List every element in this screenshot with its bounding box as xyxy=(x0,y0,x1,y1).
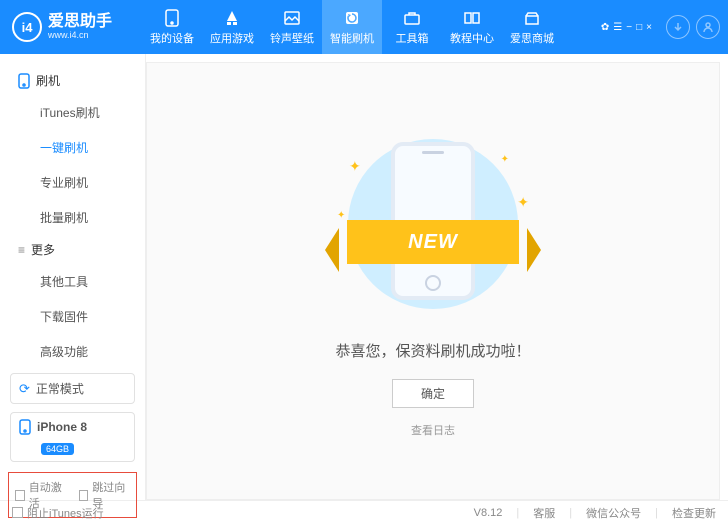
nav-flash[interactable]: 智能刷机 xyxy=(322,0,382,54)
logo-icon: i4 xyxy=(12,12,42,42)
apps-icon xyxy=(223,9,241,27)
minimize-icon[interactable]: − xyxy=(626,22,632,33)
list-icon: ≡ xyxy=(18,243,25,257)
view-log-link[interactable]: 查看日志 xyxy=(411,422,455,438)
nav-label: 工具箱 xyxy=(396,30,429,46)
app-header: i4 爱思助手 www.i4.cn 我的设备 应用游戏 铃声壁纸 智能刷机 工具… xyxy=(0,0,728,54)
book-icon xyxy=(463,9,481,27)
sidebar-item-itunes-flash[interactable]: iTunes刷机 xyxy=(0,95,145,130)
support-link[interactable]: 客服 xyxy=(533,505,555,521)
device-name: iPhone 8 xyxy=(37,420,87,434)
nav-label: 应用游戏 xyxy=(210,30,254,46)
nav-label: 铃声壁纸 xyxy=(270,30,314,46)
refresh-icon: ⟳ xyxy=(19,381,30,397)
phone-icon xyxy=(19,419,31,435)
sidebar-item-download-firmware[interactable]: 下载固件 xyxy=(0,299,145,334)
section-title: 更多 xyxy=(31,241,55,258)
menu-icon[interactable]: ☰ xyxy=(613,22,622,33)
new-ribbon: NEW xyxy=(347,220,519,264)
storage-badge: 64GB xyxy=(41,443,74,455)
nav-my-device[interactable]: 我的设备 xyxy=(142,0,202,54)
version-label: V8.12 xyxy=(474,507,503,519)
maximize-icon[interactable]: □ xyxy=(636,22,642,33)
sidebar-section-flash: 刷机 xyxy=(0,66,145,95)
wechat-link[interactable]: 微信公众号 xyxy=(586,505,641,521)
nav-apps[interactable]: 应用游戏 xyxy=(202,0,262,54)
user-button[interactable] xyxy=(696,15,720,39)
success-message: 恭喜您，保资料刷机成功啦！ xyxy=(335,340,530,361)
window-controls: ✿ ☰ − □ × xyxy=(601,22,652,33)
app-name: 爱思助手 xyxy=(48,14,112,30)
nav-label: 爱思商城 xyxy=(510,30,554,46)
success-illustration: ✦✦✦✦ NEW xyxy=(333,124,533,324)
close-icon[interactable]: × xyxy=(646,22,652,33)
sidebar-item-oneclick-flash[interactable]: 一键刷机 xyxy=(0,130,145,165)
refresh-icon xyxy=(343,9,361,27)
device-icon xyxy=(18,73,30,89)
phone-icon xyxy=(163,9,181,27)
confirm-button[interactable]: 确定 xyxy=(392,379,474,408)
picture-icon xyxy=(283,9,301,27)
section-title: 刷机 xyxy=(36,72,60,89)
nav-shop[interactable]: 爱思商城 xyxy=(502,0,562,54)
device-info[interactable]: iPhone 8 64GB xyxy=(10,412,135,462)
block-itunes-checkbox[interactable]: 阻止iTunes运行 xyxy=(12,505,104,521)
nav-label: 智能刷机 xyxy=(330,30,374,46)
nav-label: 我的设备 xyxy=(150,30,194,46)
nav-toolbox[interactable]: 工具箱 xyxy=(382,0,442,54)
sidebar-item-pro-flash[interactable]: 专业刷机 xyxy=(0,165,145,200)
body-area: 刷机 iTunes刷机 一键刷机 专业刷机 批量刷机 ≡ 更多 其他工具 下载固… xyxy=(0,54,728,500)
sidebar-item-batch-flash[interactable]: 批量刷机 xyxy=(0,200,145,235)
checkbox-label: 阻止iTunes运行 xyxy=(27,505,104,521)
shop-icon xyxy=(523,9,541,27)
download-button[interactable] xyxy=(666,15,690,39)
sidebar: 刷机 iTunes刷机 一键刷机 专业刷机 批量刷机 ≡ 更多 其他工具 下载固… xyxy=(0,54,146,500)
logo-area: i4 爱思助手 www.i4.cn xyxy=(12,12,142,42)
toolbox-icon xyxy=(403,9,421,27)
mode-label: 正常模式 xyxy=(36,380,84,397)
sidebar-item-advanced[interactable]: 高级功能 xyxy=(0,334,145,369)
app-subtitle: www.i4.cn xyxy=(48,30,112,40)
main-content: ✦✦✦✦ NEW 恭喜您，保资料刷机成功啦！ 确定 查看日志 xyxy=(146,62,720,500)
header-right: ✿ ☰ − □ × xyxy=(601,15,720,39)
check-update-link[interactable]: 检查更新 xyxy=(672,505,716,521)
nav-ringtones[interactable]: 铃声壁纸 xyxy=(262,0,322,54)
mode-selector[interactable]: ⟳ 正常模式 xyxy=(10,373,135,404)
main-nav: 我的设备 应用游戏 铃声壁纸 智能刷机 工具箱 教程中心 爱思商城 xyxy=(142,0,601,54)
nav-tutorials[interactable]: 教程中心 xyxy=(442,0,502,54)
settings-icon[interactable]: ✿ xyxy=(601,22,609,33)
nav-label: 教程中心 xyxy=(450,30,494,46)
sidebar-section-more: ≡ 更多 xyxy=(0,235,145,264)
sidebar-item-other-tools[interactable]: 其他工具 xyxy=(0,264,145,299)
